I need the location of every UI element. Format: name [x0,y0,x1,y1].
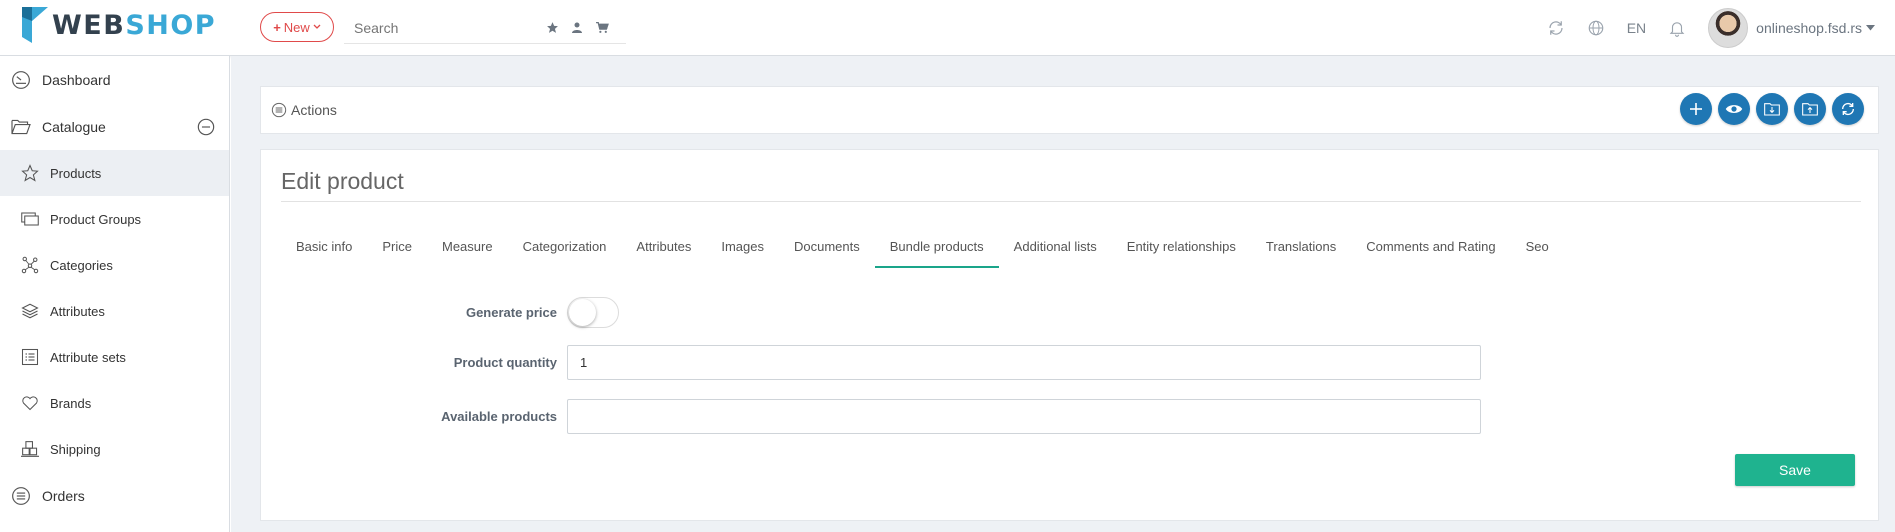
edit-product-panel: Edit product Basic info Price Measure Ca… [260,149,1879,521]
tab-comments-and-rating[interactable]: Comments and Rating [1351,236,1510,268]
sidebar-item-catalogue[interactable]: Catalogue [0,103,229,150]
toggle-knob [569,299,596,326]
user-menu[interactable]: onlineshop.fsd.rs [1756,20,1875,36]
tab-price[interactable]: Price [367,236,427,268]
export-button[interactable] [1756,93,1788,125]
generate-price-label: Generate price [465,305,557,320]
product-groups-icon [20,209,40,229]
language-selector[interactable]: EN [1627,20,1646,36]
generate-price-toggle[interactable] [567,297,619,328]
user-icon[interactable] [571,21,583,34]
sidebar-item-product-groups[interactable]: Product Groups [0,196,229,242]
collapse-icon[interactable] [197,118,215,136]
folder-download-icon [1764,103,1780,116]
sidebar-item-brands[interactable]: Brands [0,380,229,426]
tab-categorization[interactable]: Categorization [508,236,622,268]
actions-label: Actions [291,102,337,118]
page-title: Edit product [281,168,404,194]
caret-down-icon [1866,25,1875,31]
sidebar-item-categories[interactable]: Categories [0,242,229,288]
tab-images[interactable]: Images [706,236,779,268]
shipping-icon [20,439,40,459]
sidebar-item-shipping[interactable]: Shipping [0,426,229,472]
sidebar-item-label: Orders [42,487,85,504]
logo-text: WEBSHOP [52,9,217,41]
tab-attributes[interactable]: Attributes [621,236,706,268]
generate-price-row: Generate price [261,297,619,328]
sync-button[interactable] [1832,93,1864,125]
top-bar: WEBSHOP + New EN onlineshop.fsd.rs [0,0,1895,56]
orders-icon [10,485,32,507]
actions-bar: Actions [260,86,1879,134]
cart-icon[interactable] [595,21,609,34]
user-name-label: onlineshop.fsd.rs [1756,20,1862,36]
star-icon[interactable] [546,21,559,34]
webshop-logo[interactable]: WEBSHOP [22,7,216,43]
new-button-label: New [283,19,310,35]
tab-bundle-products[interactable]: Bundle products [874,236,999,268]
refresh-icon[interactable] [1547,19,1565,37]
folder-upload-icon [1802,103,1818,116]
plus-icon: + [273,19,281,35]
sidebar-item-label: Product Groups [50,211,142,227]
heart-icon [20,393,40,413]
actions-menu[interactable]: Actions [271,102,337,118]
sidebar-item-label: Dashboard [42,71,111,88]
tab-measure[interactable]: Measure [427,236,508,268]
product-quantity-field[interactable] [567,345,1481,380]
star-icon [20,163,40,183]
available-products-label: Available products [441,409,557,424]
available-products-field[interactable] [567,399,1481,434]
sidebar-item-label: Catalogue [42,118,106,135]
plus-icon [1690,103,1702,115]
product-quantity-label: Product quantity [453,355,557,370]
categories-icon [20,255,40,275]
product-quantity-row: Product quantity [261,345,1481,380]
available-products-row: Available products [261,399,1481,434]
sidebar-item-products[interactable]: Products [0,150,229,196]
product-tabs: Basic info Price Measure Categorization … [281,236,1564,268]
search-bar [344,12,626,44]
avatar[interactable] [1708,8,1749,48]
chevron-down-icon [313,24,321,29]
sidebar-item-label: Categories [50,257,113,273]
layers-icon [20,301,40,321]
list-icon [20,347,40,367]
search-input[interactable] [344,19,534,36]
sidebar-item-label: Shipping [50,441,101,457]
tab-additional-lists[interactable]: Additional lists [999,236,1112,268]
sidebar-item-orders[interactable]: Orders [0,472,229,519]
sidebar-item-label: Attribute sets [50,349,126,365]
folder-open-icon [10,116,32,138]
divider [281,201,1861,202]
dashboard-icon [10,69,32,91]
tab-entity-relationships[interactable]: Entity relationships [1112,236,1251,268]
globe-icon[interactable] [1587,19,1605,37]
sidebar-item-label: Brands [50,395,92,411]
sidebar: Dashboard Catalogue Products Product Gro… [0,56,230,532]
new-button[interactable]: + New [260,12,334,42]
bell-icon[interactable] [1668,19,1686,37]
tab-basic-info[interactable]: Basic info [281,236,367,268]
eye-icon [1725,105,1743,113]
tab-translations[interactable]: Translations [1251,236,1351,268]
save-button[interactable]: Save [1735,454,1855,486]
tab-documents[interactable]: Documents [779,236,875,268]
sidebar-item-attribute-sets[interactable]: Attribute sets [0,334,229,380]
menu-circle-icon [271,102,287,118]
import-button[interactable] [1794,93,1826,125]
add-button[interactable] [1680,93,1712,125]
main-content: Actions Edit product Basic info Price Me… [231,56,1895,532]
sidebar-item-dashboard[interactable]: Dashboard [0,56,229,103]
logo-flag-icon [22,7,48,43]
sidebar-item-label: Attributes [50,303,105,319]
sidebar-item-label: Products [50,165,102,181]
preview-button[interactable] [1718,93,1750,125]
tab-seo[interactable]: Seo [1511,236,1564,268]
sidebar-item-attributes[interactable]: Attributes [0,288,229,334]
sync-icon [1841,102,1855,116]
